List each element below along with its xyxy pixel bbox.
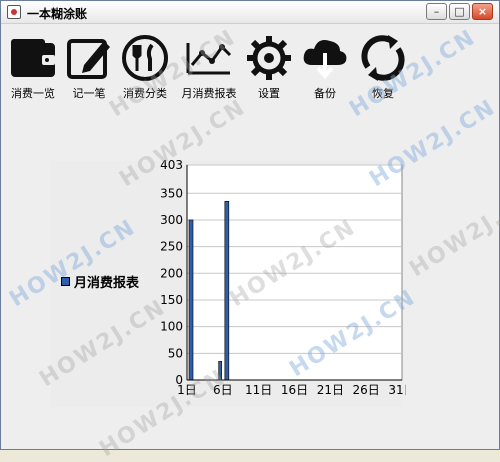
monthly-expense-chart: 0501001502002503003504031日 6日 11日 16日 21日 26日…: [160, 158, 406, 397]
toolbar-item-settings[interactable]: 设置: [237, 33, 301, 101]
y-tick-label: 250: [160, 240, 183, 254]
toolbar-item-add-record[interactable]: 记一笔: [57, 33, 121, 101]
maximize-button[interactable]: □: [449, 3, 470, 20]
toolbar-item-expense-overview[interactable]: 消费一览: [1, 33, 65, 101]
wallet-icon: [11, 39, 55, 77]
x-tick-label: 1日: [177, 383, 197, 397]
x-tick-label: 6日: [213, 383, 233, 397]
y-tick-label: 403: [160, 158, 183, 172]
toolbar-label: 记一笔: [72, 87, 106, 100]
close-button[interactable]: ×: [472, 3, 493, 20]
toolbar-item-backup[interactable]: 备份: [293, 33, 357, 101]
cutlery-icon: [122, 35, 168, 81]
plot-area: [186, 164, 403, 381]
title-bar: 一本糊涂账 – □ ×: [1, 1, 499, 24]
y-tick-label: 100: [160, 320, 183, 334]
y-tick-label: 200: [160, 266, 183, 280]
legend-label: 月消费报表: [74, 276, 140, 291]
restore-icon: [361, 35, 405, 81]
app-window: 一本糊涂账 – □ × 消费一览 记一笔 消费分类 月消费报表 设置 备份 恢复…: [0, 0, 500, 462]
x-tick-label: 16日: [281, 383, 308, 397]
data-bar: [188, 219, 194, 381]
y-tick-label: 350: [160, 186, 183, 200]
watermark: HOW2J.CN: [405, 184, 500, 283]
main-toolbar: 消费一览 记一笔 消费分类 月消费报表 设置 备份 恢复: [1, 25, 499, 105]
toolbar-label: 恢复: [372, 87, 394, 100]
gear-icon: [247, 36, 291, 80]
line-chart-icon: [186, 43, 232, 75]
toolbar-label: 备份: [314, 87, 336, 100]
data-bar: [218, 361, 222, 381]
toolbar-item-restore[interactable]: 恢复: [351, 33, 415, 101]
legend-swatch: [61, 277, 70, 286]
x-tick-label: 21日: [317, 383, 344, 397]
x-tick-label: 11日: [245, 383, 272, 397]
cloud-download-icon: [303, 40, 347, 80]
toolbar-label: 消费一览: [11, 87, 55, 100]
toolbar-item-category[interactable]: 消费分类: [113, 33, 177, 101]
y-tick-label: 50: [168, 346, 183, 360]
toolbar-item-monthly-report[interactable]: 月消费报表: [177, 33, 241, 101]
edit-icon: [67, 39, 110, 79]
java-app-icon: [7, 5, 21, 19]
toolbar-label: 月消费报表: [181, 87, 237, 100]
x-tick-label: 31日: [388, 383, 406, 397]
chart-legend: 月消费报表: [61, 272, 139, 291]
data-bar: [224, 200, 230, 381]
window-title: 一本糊涂账: [27, 7, 88, 21]
y-tick-label: 300: [160, 213, 183, 227]
y-tick-label: 150: [160, 293, 183, 307]
toolbar-label: 消费分类: [123, 87, 167, 100]
x-tick-label: 26日: [353, 383, 380, 397]
window-controls: – □ ×: [426, 3, 493, 20]
toolbar-label: 设置: [258, 87, 280, 100]
minimize-button[interactable]: –: [426, 3, 447, 20]
